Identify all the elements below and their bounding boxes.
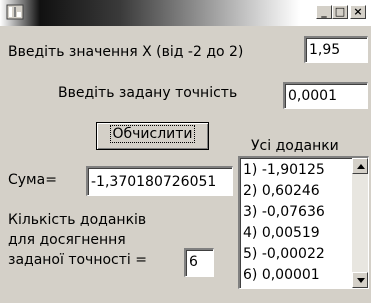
count-label-line-3: заданої точності = [8,252,147,268]
count-label-line-1: Кількість доданків [8,212,147,228]
compute-button[interactable]: Обчислити [96,122,209,150]
list-item[interactable]: 2) 0,60246 [243,183,320,200]
count-output[interactable]: 6 [184,248,214,277]
list-scrollbar[interactable] [352,158,368,288]
list-item[interactable]: 5) -0,00022 [243,246,325,263]
list-item[interactable]: 6) 0,00001 [243,267,320,284]
maximize-button[interactable]: □ [332,5,348,19]
terms-list-label: Усі доданки [251,138,339,154]
x-input-label: Введіть значення X (від -2 до 2) [8,44,244,60]
arrow-up-icon [357,164,365,169]
app-icon [6,4,24,20]
minimize-button[interactable]: _ [316,5,332,19]
scroll-up-button[interactable] [352,158,368,174]
precision-input-label: Введіть задану точність [58,85,238,101]
close-button[interactable]: × [350,5,366,19]
title-bar[interactable]: _ □ × [0,0,371,26]
close-icon: × [353,5,363,18]
sum-output[interactable]: -1,370180726051 [86,166,233,196]
list-item[interactable]: 1) -1,90125 [243,162,325,179]
maximize-icon: □ [334,5,346,18]
terms-listbox[interactable]: 1) -1,90125 2) 0,60246 3) -0,07636 4) 0,… [238,156,369,289]
sum-label: Сума= [8,172,57,188]
minimize-icon: _ [321,5,327,18]
list-item[interactable]: 4) 0,00519 [243,225,320,242]
list-item[interactable]: 3) -0,07636 [243,204,325,221]
precision-input[interactable]: 0,0001 [283,82,368,109]
arrow-down-icon [357,278,365,283]
x-input[interactable]: 1,95 [304,36,368,63]
count-label-line-2: для досягнення [8,232,126,248]
scroll-down-button[interactable] [352,272,368,288]
compute-button-label: Обчислити [110,125,195,143]
